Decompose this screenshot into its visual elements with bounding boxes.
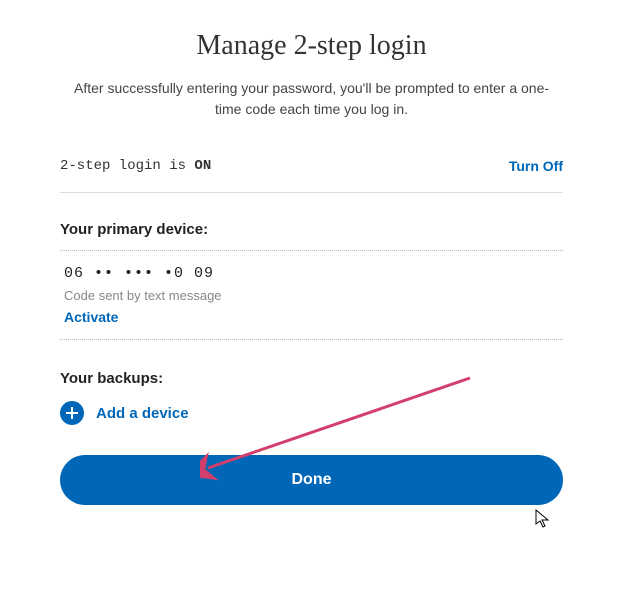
add-device-button[interactable]: Add a device — [60, 401, 189, 425]
primary-device-phone: 06 •• ••• •0 09 — [64, 265, 559, 282]
add-device-label: Add a device — [96, 405, 189, 422]
activate-link[interactable]: Activate — [64, 309, 559, 325]
primary-device-method: Code sent by text message — [64, 288, 559, 303]
page-subtitle: After successfully entering your passwor… — [60, 78, 563, 120]
primary-device-header: Your primary device: — [60, 221, 563, 238]
status-row: 2-step login is ON Turn Off — [60, 158, 563, 193]
primary-device-block: 06 •• ••• •0 09 Code sent by text messag… — [60, 250, 563, 340]
page-title: Manage 2-step login — [60, 30, 563, 62]
done-button[interactable]: Done — [60, 455, 563, 505]
backups-header: Your backups: — [60, 370, 563, 387]
status-text: 2-step login is ON — [60, 158, 211, 174]
status-state: ON — [194, 158, 211, 174]
status-prefix: 2-step login is — [60, 158, 194, 174]
turnoff-link[interactable]: Turn Off — [509, 158, 563, 174]
plus-icon — [60, 401, 84, 425]
